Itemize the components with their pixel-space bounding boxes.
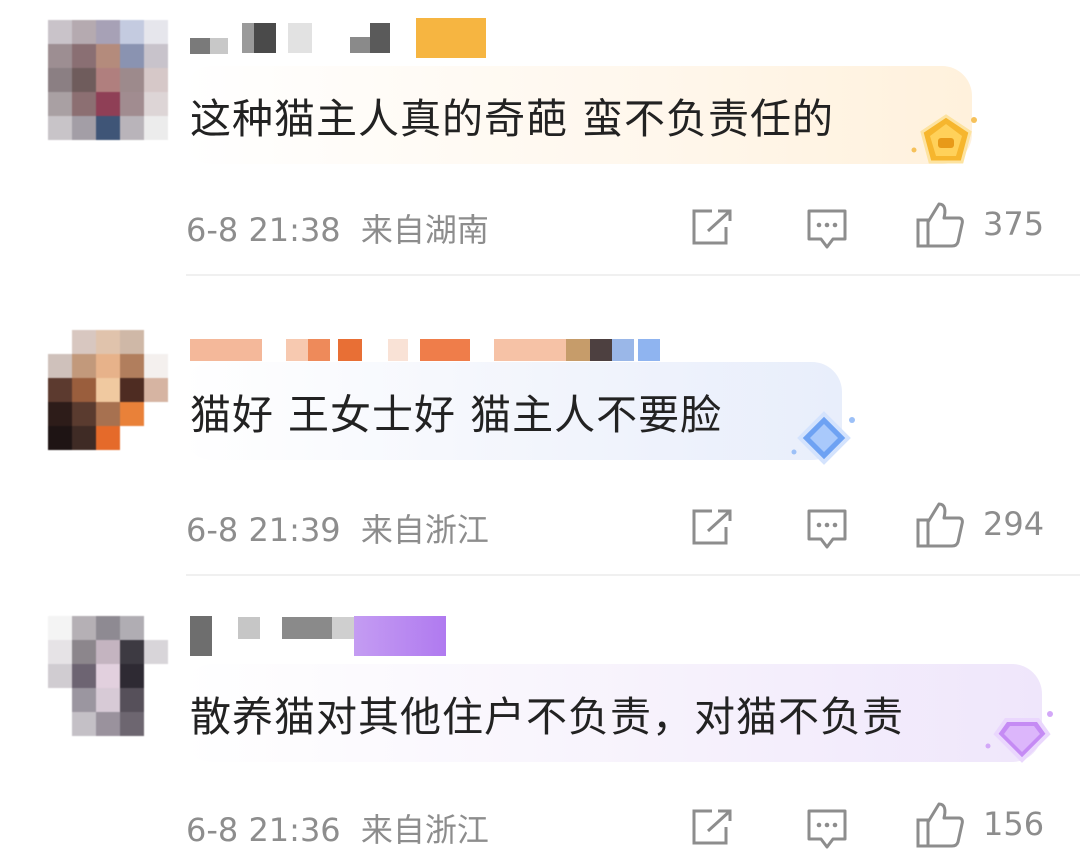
comment-timestamp: 6-8 21:38 来自湖南: [186, 205, 489, 251]
avatar[interactable]: [48, 616, 168, 736]
comment-icon[interactable]: [805, 207, 849, 251]
comment-bubble[interactable]: 这种猫主人真的奇葩 蛮不负责任的: [182, 66, 972, 164]
share-icon[interactable]: [690, 807, 734, 847]
comment-icon[interactable]: [805, 507, 849, 551]
comment-location: 来自浙江: [360, 811, 489, 849]
avatar[interactable]: [48, 20, 168, 140]
comment-item: 散养猫对其他住户不负责，对猫不负责 6-8 21:36 来自浙江 156: [0, 600, 1080, 866]
comment-text: 猫好 王女士好 猫主人不要脸: [190, 391, 723, 439]
thumbs-up-icon[interactable]: [915, 500, 965, 550]
comment-item: 这种猫主人真的奇葩 蛮不负责任的 6-8 21:38 来自湖南 375: [0, 0, 1080, 280]
like-count: 294: [983, 505, 1045, 543]
comment-time: 6-8 21:36: [186, 811, 341, 849]
comment-location: 来自浙江: [360, 511, 489, 549]
thumbs-up-icon[interactable]: [915, 800, 965, 850]
thumbs-up-icon[interactable]: [915, 200, 965, 250]
blue-diamond-badge-icon: [791, 411, 855, 465]
comment-location: 来自湖南: [360, 211, 489, 249]
comment-timestamp: 6-8 21:36 来自浙江: [186, 805, 489, 851]
comment-time: 6-8 21:39: [186, 511, 341, 549]
comment-text: 这种猫主人真的奇葩 蛮不负责任的: [190, 95, 835, 143]
username[interactable]: [190, 616, 446, 656]
comment-time: 6-8 21:38: [186, 211, 341, 249]
gold-crown-badge-icon: [911, 114, 977, 164]
divider: [186, 274, 1080, 276]
divider: [186, 574, 1080, 576]
avatar[interactable]: [48, 330, 168, 450]
comment-timestamp: 6-8 21:39 来自浙江: [186, 505, 489, 551]
comment-icon[interactable]: [805, 807, 849, 851]
share-icon[interactable]: [690, 207, 734, 247]
like-count: 156: [983, 805, 1045, 843]
share-icon[interactable]: [690, 507, 734, 547]
comment-bubble[interactable]: 猫好 王女士好 猫主人不要脸: [182, 362, 842, 460]
comment-bubble[interactable]: 散养猫对其他住户不负责，对猫不负责: [182, 664, 1042, 762]
purple-diamond-badge-icon: [985, 711, 1053, 763]
username[interactable]: [190, 18, 486, 58]
like-count: 375: [983, 205, 1045, 243]
comment-text: 散养猫对其他住户不负责，对猫不负责: [190, 693, 904, 741]
comment-item: 猫好 王女士好 猫主人不要脸 6-8 21:39 来自浙江 294: [0, 300, 1080, 580]
